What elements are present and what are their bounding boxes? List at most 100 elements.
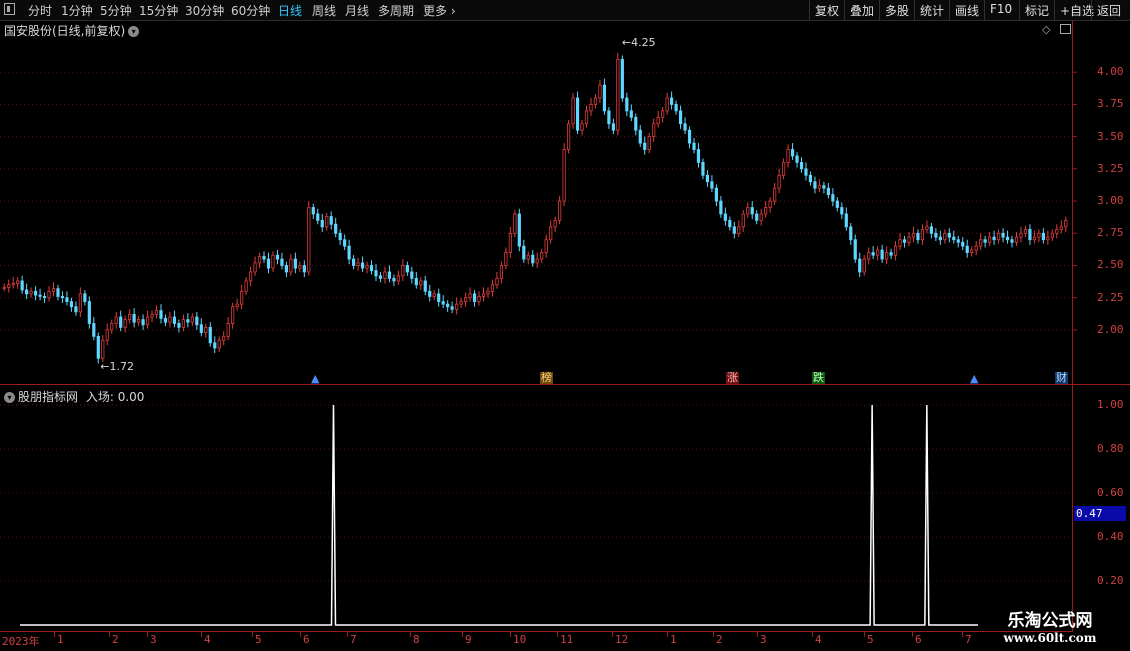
chevron-down-icon[interactable]: ▾ xyxy=(4,392,15,403)
month-label: 11 xyxy=(560,633,574,646)
candle-body xyxy=(334,223,338,234)
candle-body xyxy=(598,84,602,99)
candle-body xyxy=(853,239,857,260)
candle-body xyxy=(284,265,289,273)
candle-body xyxy=(728,219,732,228)
sub-y-tick-label: 0.60 xyxy=(1097,486,1124,499)
month-label: 2 xyxy=(112,633,119,646)
candle-body xyxy=(195,316,199,326)
candle-body xyxy=(226,323,230,337)
sub-y-tick-label: 0.20 xyxy=(1097,574,1124,587)
candle-body xyxy=(33,290,38,296)
overlay-button[interactable]: 叠加 xyxy=(844,0,879,20)
candle-body xyxy=(181,319,185,328)
period-more-label: 更多 xyxy=(423,4,448,18)
candle-body xyxy=(74,306,78,313)
multi-stock-button[interactable]: 多股 xyxy=(879,0,914,20)
candle-body xyxy=(544,239,548,254)
event-marker-up-2[interactable]: ▲ xyxy=(969,373,979,385)
candle-body xyxy=(87,301,91,324)
candle-body xyxy=(629,110,633,118)
candle-body xyxy=(611,123,615,131)
candle-body xyxy=(145,316,150,326)
candle-body xyxy=(356,262,360,266)
period-5min[interactable]: 5分钟 xyxy=(100,2,132,19)
event-marker-die[interactable]: 跌 xyxy=(812,372,825,384)
statistics-button[interactable]: 统计 xyxy=(914,0,949,20)
chevron-down-icon[interactable]: ▾ xyxy=(128,26,140,37)
period-more[interactable]: 更多 › xyxy=(423,2,456,19)
month-tick xyxy=(812,632,813,637)
candle-body xyxy=(325,216,329,228)
month-label: 3 xyxy=(150,633,157,646)
candle-body xyxy=(620,58,624,99)
candle-body xyxy=(593,97,598,105)
candle-body xyxy=(517,213,521,247)
period-1min[interactable]: 1分钟 xyxy=(61,2,93,19)
candle-body xyxy=(186,319,190,323)
candle-body xyxy=(320,219,324,228)
period-multi[interactable]: 多周期 xyxy=(378,2,414,19)
candle-body xyxy=(692,142,696,150)
month-tick xyxy=(864,632,865,637)
candle-body xyxy=(352,258,356,266)
candle-body xyxy=(665,97,669,112)
period-30min[interactable]: 30分钟 xyxy=(185,2,224,19)
candle-body xyxy=(755,213,759,221)
candle-body xyxy=(643,142,647,150)
period-weekly[interactable]: 周线 xyxy=(312,2,336,19)
candle-body xyxy=(625,97,629,112)
candle-body xyxy=(652,123,656,138)
y-tick-label: 2.75 xyxy=(1097,226,1124,240)
menu-icon[interactable] xyxy=(4,3,15,15)
y-tick-label: 2.25 xyxy=(1097,290,1124,304)
candle-body xyxy=(759,213,763,221)
candle-body xyxy=(835,200,839,208)
candle-body xyxy=(472,293,477,302)
mark-button[interactable]: 标记 xyxy=(1019,0,1054,20)
month-tick xyxy=(612,632,613,637)
candle-body xyxy=(338,232,342,241)
candle-body xyxy=(29,290,33,295)
candle-body xyxy=(746,207,750,215)
back-button[interactable]: 返回 xyxy=(1091,0,1126,20)
period-daily[interactable]: 日线 xyxy=(278,2,302,19)
candle-body xyxy=(42,296,47,299)
month-label: 1 xyxy=(670,633,677,646)
event-marker-zhang[interactable]: 涨 xyxy=(726,372,739,384)
month-label: 7 xyxy=(350,633,357,646)
event-marker-up[interactable]: ▲ xyxy=(310,373,320,385)
f10-button[interactable]: F10 xyxy=(984,0,1017,20)
month-label: 2 xyxy=(716,633,723,646)
candle-body xyxy=(862,258,866,273)
month-tick xyxy=(713,632,714,637)
candle-body xyxy=(656,116,660,125)
main-chart-title: 国安股份(日线,前复权) ▾ xyxy=(4,22,140,39)
month-label: 6 xyxy=(915,633,922,646)
month-tick xyxy=(912,632,913,637)
candle-body xyxy=(867,252,871,260)
current-value-badge: 0.47 xyxy=(1074,506,1126,521)
candle-body xyxy=(374,270,378,277)
candle-body xyxy=(343,239,347,247)
candle-body xyxy=(741,213,745,228)
period-60min[interactable]: 60分钟 xyxy=(231,2,270,19)
candle-body xyxy=(311,207,315,215)
draw-line-button[interactable]: 画线 xyxy=(949,0,984,20)
indicator-name: 股朋指标网 xyxy=(18,390,79,404)
candle-body xyxy=(925,226,929,230)
period-15min[interactable]: 15分钟 xyxy=(139,2,178,19)
period-fenshi[interactable]: 分时 xyxy=(28,2,52,19)
event-marker-bang[interactable]: 榜 xyxy=(540,372,553,384)
panel-toggle-icon[interactable] xyxy=(1060,24,1071,34)
candle-body xyxy=(1064,219,1068,228)
diamond-icon[interactable]: ◇ xyxy=(1042,23,1050,36)
candle-body xyxy=(163,317,168,323)
event-marker-cai[interactable]: 财 xyxy=(1055,372,1068,384)
candle-body xyxy=(934,232,938,238)
candle-body xyxy=(1023,229,1028,234)
restore-rights-button[interactable]: 复权 xyxy=(809,0,844,20)
period-monthly[interactable]: 月线 xyxy=(345,2,369,19)
candle-body xyxy=(83,293,87,302)
month-tick xyxy=(962,632,963,637)
